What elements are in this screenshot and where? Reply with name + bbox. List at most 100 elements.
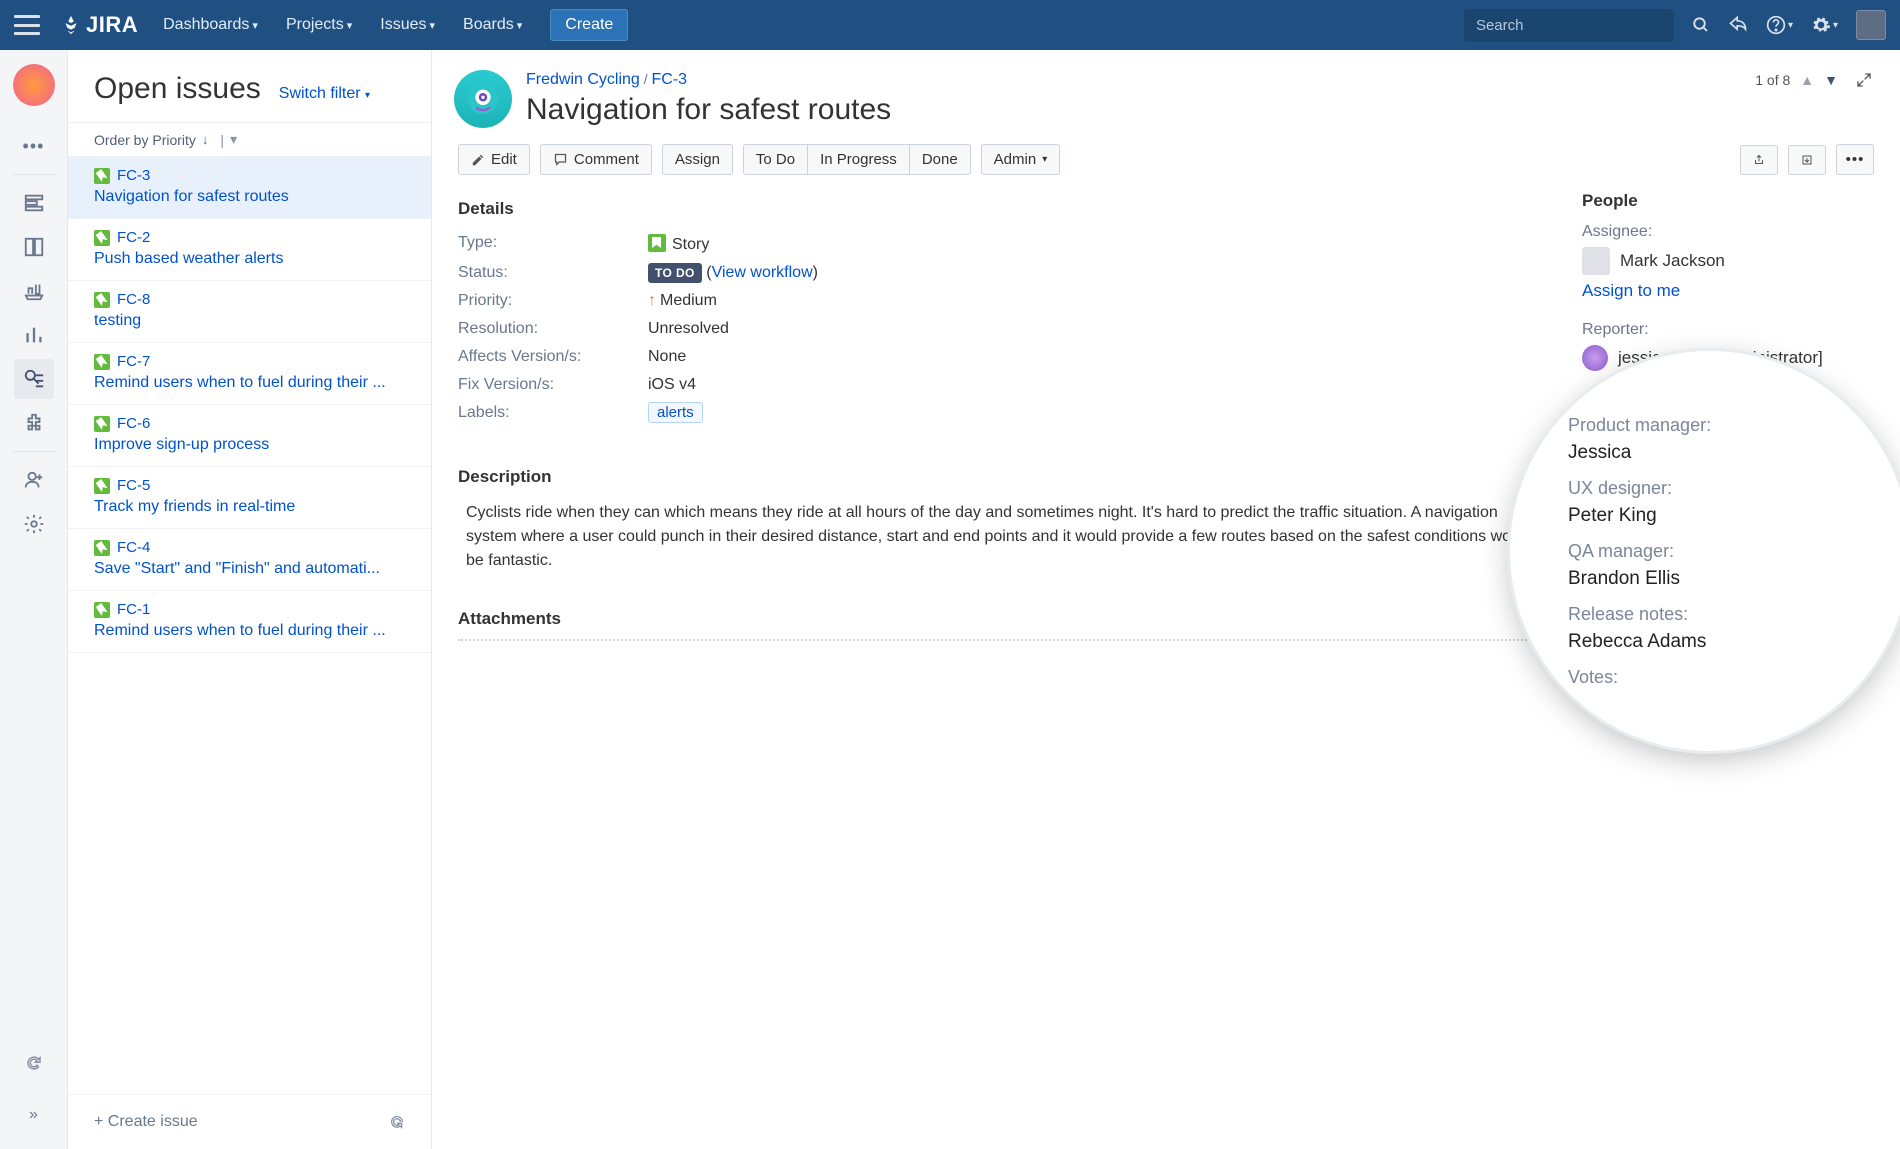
search-input[interactable] [1464, 9, 1674, 42]
status-value: TO DO [648, 263, 702, 283]
nav-issues[interactable]: Issues▾ [380, 16, 435, 34]
transition-todo-button[interactable]: To Do [743, 144, 808, 175]
issue-list-panel: Open issues Switch filter ▾ Order by Pri… [68, 50, 432, 1149]
issue-list-item[interactable]: FC-7 Remind users when to fuel during the… [68, 343, 431, 405]
components-icon[interactable] [14, 403, 54, 443]
issue-key: FC-7 [117, 353, 150, 370]
reports-icon[interactable] [14, 315, 54, 355]
assign-to-me-link[interactable]: Assign to me [1582, 281, 1680, 300]
comment-button[interactable]: Comment [540, 144, 652, 175]
project-avatar-small[interactable] [13, 64, 55, 106]
refresh-list-icon[interactable] [389, 1114, 405, 1130]
order-by-control[interactable]: Order by Priority↓ | ▾ [68, 122, 431, 157]
reporter-avatar [1582, 345, 1608, 371]
people-heading: People [1582, 191, 1872, 211]
nav-projects[interactable]: Projects▾ [286, 16, 352, 34]
jira-logo[interactable]: JIRA [60, 12, 138, 38]
ship-icon[interactable] [14, 271, 54, 311]
nav-dashboards[interactable]: Dashboards▾ [163, 16, 258, 34]
story-type-icon [94, 602, 110, 618]
switch-filter-link[interactable]: Switch filter ▾ [279, 85, 370, 103]
user-avatar[interactable] [1856, 10, 1886, 40]
issue-items-list: FC-3 Navigation for safest routes FC-2Push… [68, 157, 431, 1094]
refresh-rail-icon[interactable] [14, 1043, 54, 1083]
issue-key: FC-5 [117, 477, 150, 494]
issue-list-item[interactable]: FC-2Push based weather alerts [68, 219, 431, 281]
issue-summary: Improve sign-up process [94, 436, 405, 454]
export-button[interactable] [1788, 145, 1826, 175]
issue-list-item[interactable]: FC-1 Remind users when to fuel during the… [68, 591, 431, 653]
more-actions-button[interactable]: ••• [1836, 144, 1874, 175]
admin-button[interactable]: Admin ▾ [981, 144, 1061, 175]
label-tag[interactable]: alerts [648, 402, 703, 423]
rn-value: Rebecca Adams [1568, 631, 1862, 653]
edit-button[interactable]: Edit [458, 144, 530, 175]
story-type-icon [94, 354, 110, 370]
votes-label: Votes: [1568, 667, 1862, 688]
add-user-icon[interactable] [14, 460, 54, 500]
details-heading: Details [458, 199, 1546, 219]
pager-next-icon[interactable]: ▼ [1824, 72, 1838, 88]
status-label: Status: [458, 264, 648, 282]
story-type-icon [94, 478, 110, 494]
ux-value: Peter King [1568, 505, 1862, 527]
qa-value: Brandon Ellis [1568, 568, 1862, 590]
ux-label: UX designer: [1568, 478, 1862, 499]
issue-key: FC-6 [117, 415, 150, 432]
search-icon[interactable] [1692, 16, 1710, 34]
qa-label: QA manager: [1568, 541, 1862, 562]
story-type-icon [94, 416, 110, 432]
pager-text: 1 of 8 [1755, 72, 1790, 88]
priority-value: ↑Medium [648, 292, 717, 310]
issue-key-breadcrumb[interactable]: FC-3 [651, 71, 687, 88]
create-button[interactable]: Create [550, 9, 628, 41]
issue-key: FC-3 [117, 167, 150, 184]
issue-key: FC-1 [117, 601, 150, 618]
backlog-icon[interactable] [14, 183, 54, 223]
pager-prev-icon[interactable]: ▲ [1800, 72, 1814, 88]
type-value: Story [648, 234, 709, 254]
pm-value: Jessica [1568, 442, 1862, 464]
story-type-icon [94, 292, 110, 308]
feedback-icon[interactable] [1728, 15, 1748, 35]
fix-value[interactable]: iOS v4 [648, 376, 696, 394]
issue-detail-panel: View all issues and filters Fredwin Cycl… [432, 50, 1900, 1149]
share-button[interactable] [1740, 145, 1778, 175]
issue-key: FC-2 [117, 229, 150, 246]
issue-list-item[interactable]: FC-5 Track my friends in real-time [68, 467, 431, 529]
issue-list-item[interactable]: FC-4Save "Start" and "Finish" and automa… [68, 529, 431, 591]
issue-pager: 1 of 8 ▲ ▼ [1755, 72, 1872, 88]
rn-label: Release notes: [1568, 604, 1862, 625]
primary-nav: Dashboards▾ Projects▾ Issues▾ Boards▾ Cr… [163, 9, 628, 41]
attachments-heading: Attachments••• [458, 609, 1546, 629]
magnifier-overlay: Product manager: Jessica UX designer: Pe… [1510, 351, 1900, 751]
issue-list-item[interactable]: FC-8testing [68, 281, 431, 343]
issue-summary: Track my friends in real-time [94, 498, 405, 516]
issue-summary: Remind users when to fuel during their .… [94, 374, 405, 392]
hamburger-menu-icon[interactable] [14, 15, 40, 35]
rail-more-icon[interactable]: ••• [14, 126, 54, 166]
project-breadcrumb[interactable]: Fredwin Cycling [526, 71, 640, 88]
create-issue-link[interactable]: + Create issue [94, 1113, 198, 1131]
issue-list-item[interactable]: FC-3 Navigation for safest routes [68, 157, 431, 219]
board-icon[interactable] [14, 227, 54, 267]
fix-label: Fix Version/s: [458, 376, 648, 394]
description-heading: Description [458, 467, 1546, 487]
type-label: Type: [458, 234, 648, 254]
help-icon[interactable]: ▾ [1766, 15, 1793, 35]
issue-list-item[interactable]: FC-6 Improve sign-up process [68, 405, 431, 467]
issue-summary: Remind users when to fuel during their .… [94, 622, 405, 640]
reporter-label: Reporter: [1582, 321, 1872, 339]
issue-summary: Navigation for safest routes [94, 188, 405, 206]
issues-icon[interactable] [14, 359, 54, 399]
collapse-icon[interactable]: » [14, 1095, 54, 1135]
expand-icon[interactable] [1856, 72, 1872, 88]
issue-summary: Save "Start" and "Finish" and automati..… [94, 560, 405, 578]
nav-boards[interactable]: Boards▾ [463, 16, 522, 34]
transition-inprogress-button[interactable]: In Progress [807, 144, 910, 175]
transition-done-button[interactable]: Done [909, 144, 971, 175]
assign-button[interactable]: Assign [662, 144, 733, 175]
settings-icon[interactable]: ▾ [1811, 15, 1838, 35]
project-settings-icon[interactable] [14, 504, 54, 544]
view-workflow-link[interactable]: View workflow [712, 264, 813, 281]
